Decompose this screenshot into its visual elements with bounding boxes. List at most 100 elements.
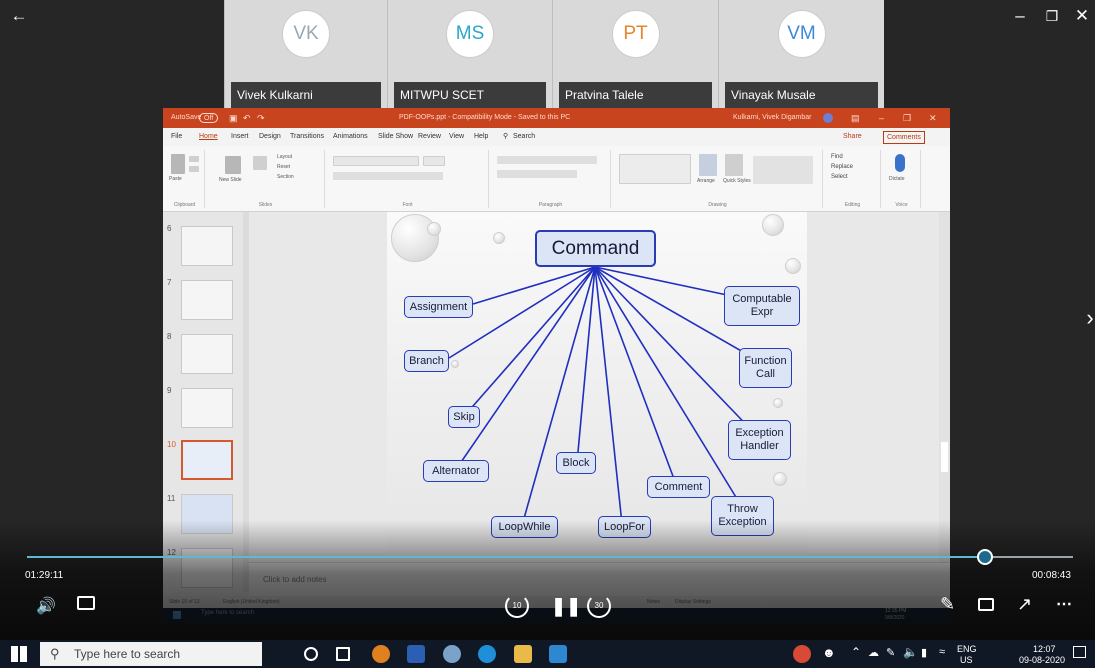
tab-home[interactable]: Home xyxy=(199,128,218,146)
layout-button[interactable]: Layout xyxy=(277,154,292,160)
display-settings[interactable]: Display Settings xyxy=(675,599,711,605)
pause-icon[interactable]: ❚❚ xyxy=(551,596,581,617)
input-language[interactable]: ENG xyxy=(957,644,977,654)
clock-time[interactable]: 12:07 xyxy=(1033,644,1056,654)
task-view-icon[interactable] xyxy=(336,647,350,661)
close-icon[interactable]: ✕ xyxy=(1071,6,1093,26)
chrome-icon[interactable] xyxy=(372,645,390,663)
slide-thumbnail-active[interactable] xyxy=(181,440,233,480)
volume-icon[interactable]: 🔊 xyxy=(36,596,56,616)
new-slide-icon[interactable] xyxy=(225,156,241,174)
notes-placeholder: Click to add notes xyxy=(263,575,327,584)
slide-thumbnail[interactable] xyxy=(181,494,233,534)
font-name-dropdown[interactable] xyxy=(333,156,419,166)
section-button[interactable]: Section xyxy=(277,174,294,180)
microphone-icon[interactable] xyxy=(895,154,905,172)
pen-tray-icon[interactable]: ✎ xyxy=(886,646,895,659)
find-button[interactable]: Find xyxy=(831,154,843,160)
quick-styles-icon[interactable] xyxy=(725,154,743,176)
reset-button[interactable]: Reset xyxy=(277,164,290,170)
search-icon: ⚲ xyxy=(50,646,60,661)
cloud-icon[interactable]: ☁ xyxy=(868,646,879,659)
antivirus-icon[interactable] xyxy=(793,645,811,663)
minimize-icon[interactable]: – xyxy=(879,108,884,128)
shape-format-buttons[interactable] xyxy=(753,156,813,184)
skip-forward-icon[interactable]: 30 xyxy=(587,594,611,618)
replace-button[interactable]: Replace xyxy=(831,164,853,170)
autosave-toggle[interactable]: Off xyxy=(199,113,219,123)
slide-thumbnail[interactable] xyxy=(181,226,233,266)
share-button[interactable]: Share xyxy=(843,128,862,146)
word-icon[interactable] xyxy=(407,645,425,663)
slide-thumbnail[interactable] xyxy=(181,280,233,320)
windows-start-icon[interactable] xyxy=(11,646,27,662)
tab-slide-show[interactable]: Slide Show xyxy=(378,128,413,146)
slide-count: Slide 10 of 13 xyxy=(169,599,200,605)
tab-insert[interactable]: Insert xyxy=(231,128,249,146)
more-options-icon[interactable]: ⋯ xyxy=(1056,594,1072,614)
tab-view[interactable]: View xyxy=(449,128,464,146)
restore-icon[interactable]: ❐ xyxy=(903,108,911,128)
tab-design[interactable]: Design xyxy=(259,128,281,146)
captions-icon[interactable] xyxy=(77,596,95,610)
arrange-icon[interactable] xyxy=(699,154,717,176)
minimize-icon[interactable]: – xyxy=(1009,6,1031,26)
seek-bar-progress[interactable] xyxy=(27,556,985,558)
paste-icon[interactable] xyxy=(171,154,185,174)
notifications-icon[interactable] xyxy=(1073,646,1086,658)
cortana-icon[interactable] xyxy=(304,647,318,661)
pen-icon[interactable]: ✎ xyxy=(940,594,955,615)
seek-bar-remaining[interactable] xyxy=(985,556,1073,558)
tab-file[interactable]: File xyxy=(171,128,182,146)
shapes-gallery[interactable] xyxy=(619,154,691,184)
font-size-dropdown[interactable] xyxy=(423,156,445,166)
reuse-slides-icon[interactable] xyxy=(253,156,267,170)
list-buttons[interactable] xyxy=(497,156,597,164)
ribbon-display-icon[interactable]: ▤ xyxy=(851,108,860,128)
skip-back-icon[interactable]: 10 xyxy=(505,594,529,618)
taskbar-search-box[interactable]: Type here to search xyxy=(40,642,262,666)
tab-review[interactable]: Review xyxy=(418,128,441,146)
user-avatar[interactable] xyxy=(823,113,833,123)
show-hidden-icons[interactable]: ⌃ xyxy=(851,645,861,659)
people-icon[interactable]: ☻ xyxy=(822,645,836,660)
diagram-node: Assignment xyxy=(404,296,473,318)
clock-date[interactable]: 09-08-2020 xyxy=(1019,655,1065,665)
restore-icon[interactable]: ❐ xyxy=(1041,6,1063,26)
seek-bar-handle[interactable] xyxy=(977,549,993,565)
tell-me-search[interactable]: Search xyxy=(513,128,535,146)
slide-scrollbar[interactable] xyxy=(939,212,950,562)
next-chevron-icon[interactable]: › xyxy=(1083,307,1095,329)
search-icon[interactable]: ⚲ xyxy=(503,128,508,146)
app-icon[interactable] xyxy=(549,645,567,663)
tab-help[interactable]: Help xyxy=(474,128,488,146)
comments-button[interactable]: Comments xyxy=(883,131,925,144)
volume-tray-icon[interactable]: 🔈 xyxy=(903,645,918,659)
app-icon[interactable] xyxy=(443,645,461,663)
slide-thumbnail[interactable] xyxy=(181,548,233,588)
network-icon[interactable]: ≈ xyxy=(939,646,945,658)
diagram-node: Branch xyxy=(404,350,449,372)
redo-icon[interactable]: ↷ xyxy=(257,108,265,128)
align-buttons[interactable] xyxy=(497,170,577,178)
save-icon[interactable]: ▣ xyxy=(229,108,238,128)
font-format-buttons[interactable] xyxy=(333,172,443,180)
file-explorer-icon[interactable] xyxy=(514,645,532,663)
slide-thumbnail[interactable] xyxy=(181,334,233,374)
undo-icon[interactable]: ↶ xyxy=(243,108,251,128)
slide-thumbnail[interactable] xyxy=(181,388,233,428)
edge-icon[interactable] xyxy=(478,645,496,663)
back-arrow-icon[interactable]: ← xyxy=(8,6,30,26)
notes-toggle[interactable]: Notes xyxy=(647,599,660,605)
copy-icon[interactable] xyxy=(189,166,199,172)
mini-player-icon[interactable] xyxy=(978,598,994,611)
select-button[interactable]: Select xyxy=(831,174,848,180)
battery-icon[interactable]: ▮ xyxy=(921,646,927,659)
scrollbar-thumb[interactable] xyxy=(941,442,948,472)
fullscreen-icon[interactable]: ↗ xyxy=(1017,594,1032,615)
tab-animations[interactable]: Animations xyxy=(333,128,368,146)
cut-icon[interactable] xyxy=(189,156,199,162)
tab-transitions[interactable]: Transitions xyxy=(290,128,324,146)
notes-pane[interactable]: Click to add notes xyxy=(249,562,950,596)
close-icon[interactable]: ✕ xyxy=(929,108,937,128)
